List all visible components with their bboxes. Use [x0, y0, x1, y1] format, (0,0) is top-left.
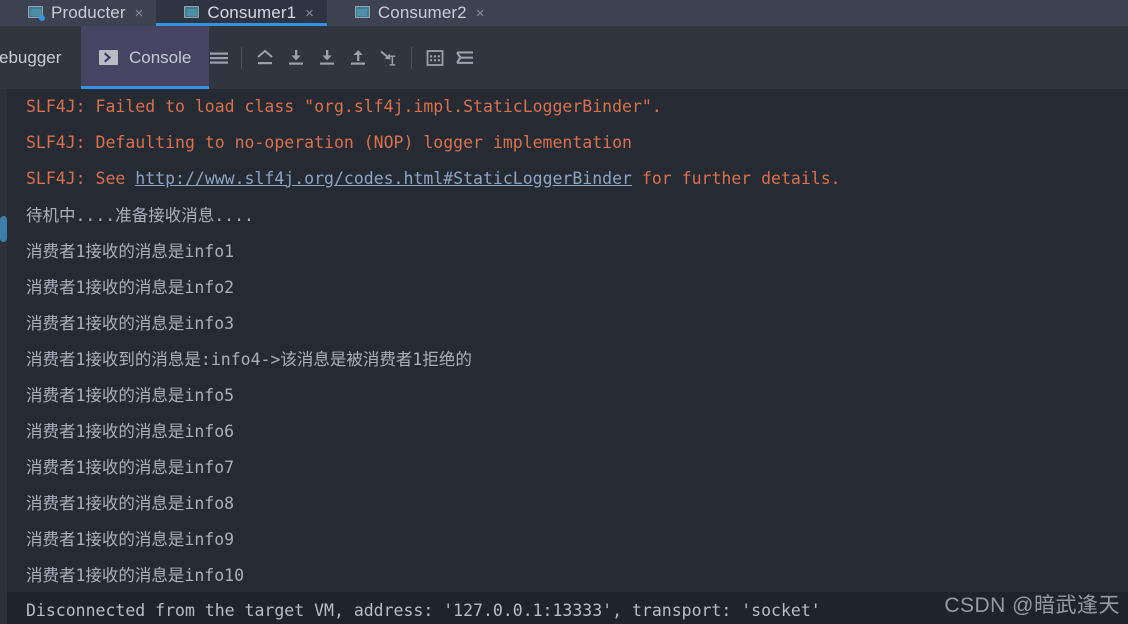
step-out-icon[interactable] [342, 38, 373, 78]
console-gutter-marker[interactable] [0, 216, 7, 242]
console-line: 消费者1接收的消息是info7 [26, 458, 235, 477]
ide-debug-console-window: Producter × Consumer1 × Consumer2 × ebugger C… [0, 0, 1128, 624]
run-config-tab-label: Consumer1 [207, 3, 297, 22]
console-hyperlink[interactable]: http://www.slf4j.org/codes.html#StaticLo… [135, 169, 632, 188]
console-line: 消费者1接收的消息是info8 [26, 494, 235, 513]
console-line: 消费者1接收的消息是info10 [26, 566, 245, 585]
monitor-icon [28, 6, 45, 21]
debugger-toolbar [203, 26, 481, 89]
close-icon[interactable]: × [135, 6, 144, 21]
tab-debugger-label: ebugger [0, 47, 62, 67]
settings-sliders-icon[interactable] [450, 38, 481, 78]
console-chevron-icon [99, 50, 118, 65]
run-config-tab-producter[interactable]: Producter × [0, 0, 157, 26]
console-line: 消费者1接收的消息是info2 [26, 278, 235, 297]
console-line: 消费者1接收到的消息是:info4->该消息是被消费者1拒绝的 [26, 350, 472, 369]
run-config-tab-label: Producter [51, 3, 126, 22]
console-line: 消费者1接收的消息是info9 [26, 530, 235, 549]
console-line-text-post: for further details. [631, 168, 841, 188]
console-output-panel[interactable]: SLF4J: Failed to load class "org.slf4j.i… [0, 89, 1128, 624]
step-over-icon[interactable] [249, 38, 280, 78]
console-gutter [0, 89, 7, 624]
console-line: 消费者1接收的消息是info1 [26, 242, 235, 261]
console-line: 消费者1接收的消息是info3 [26, 314, 235, 333]
console-line: SLF4J: See http://www.slf4j.org/codes.ht… [7, 160, 1128, 196]
console-line-text: SLF4J: See [26, 168, 136, 188]
run-config-tab-consumer1[interactable]: Consumer1 × [156, 0, 327, 26]
toolbar-separator [241, 46, 242, 69]
console-line: SLF4J: Failed to load class "org.slf4j.i… [26, 97, 662, 116]
run-config-tabstrip: Producter × Consumer1 × Consumer2 × [0, 0, 1128, 26]
console-line: Disconnected from the target VM, address… [7, 592, 1128, 624]
close-icon[interactable]: × [305, 6, 314, 21]
console-line: 待机中....准备接收消息.... [26, 206, 254, 225]
force-step-into-icon[interactable] [311, 38, 342, 78]
tab-console[interactable]: Console [81, 26, 210, 89]
close-icon[interactable]: × [476, 6, 485, 21]
console-line: SLF4J: Defaulting to no-operation (NOP) … [26, 132, 632, 152]
run-config-tab-label: Consumer2 [377, 3, 467, 22]
monitor-icon [184, 6, 200, 20]
tab-debugger[interactable]: ebugger [0, 26, 79, 89]
run-to-cursor-icon[interactable] [373, 38, 404, 78]
soft-wrap-lines-icon[interactable] [203, 38, 234, 78]
evaluate-expression-icon[interactable] [419, 38, 450, 78]
tab-console-label: Console [129, 47, 192, 67]
step-into-icon[interactable] [280, 38, 311, 78]
console-line: 消费者1接收的消息是info5 [26, 386, 235, 405]
console-line: 消费者1接收的消息是info6 [26, 422, 235, 441]
toolbar-separator-2 [411, 46, 412, 69]
monitor-icon [354, 6, 371, 20]
console-line-list: SLF4J: Failed to load class "org.slf4j.i… [7, 89, 1128, 624]
run-config-tab-consumer2[interactable]: Consumer2 × [326, 0, 498, 26]
toolwindow-header: ebugger Console [0, 26, 1128, 89]
